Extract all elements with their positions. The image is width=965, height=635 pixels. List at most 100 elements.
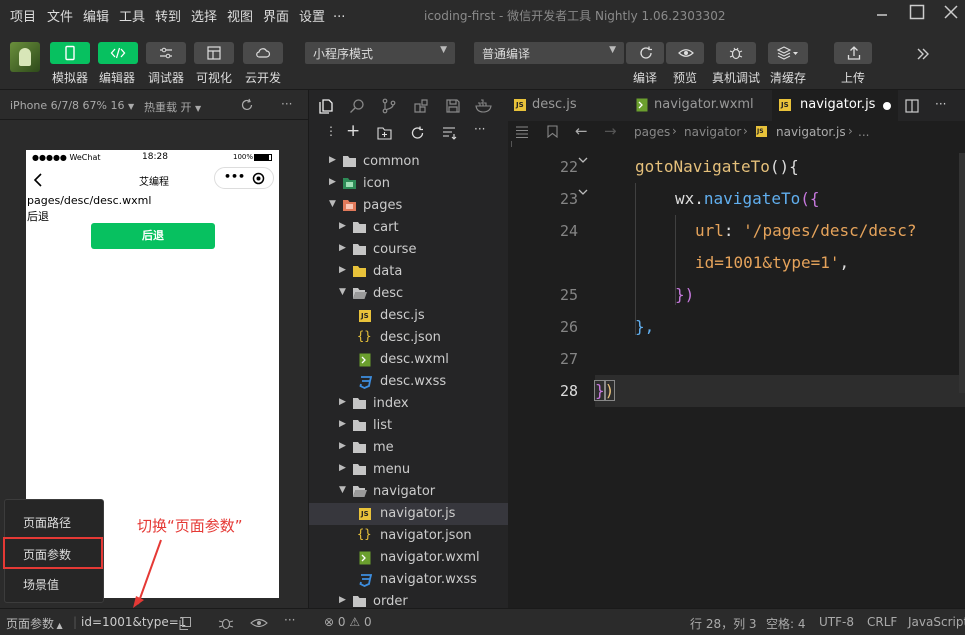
- tree-item-navigator-wxml[interactable]: navigator.wxml: [309, 547, 509, 569]
- cursor-position[interactable]: 行 28，列 3: [690, 615, 757, 632]
- search-icon[interactable]: [349, 98, 365, 114]
- chevron-down-icon[interactable]: ▼: [329, 199, 336, 209]
- sort-icon[interactable]: [442, 126, 457, 140]
- tree-item-icon[interactable]: ▶ icon: [309, 173, 509, 195]
- editor-button[interactable]: [98, 42, 138, 64]
- maximize-icon[interactable]: [906, 4, 928, 24]
- tab-navigator-js[interactable]: JS navigator.js: [772, 90, 898, 121]
- avatar[interactable]: [10, 42, 40, 72]
- page-params-toggle[interactable]: 页面参数 ▲: [6, 615, 63, 632]
- more-icon[interactable]: ···: [281, 97, 292, 111]
- chevron-right-icon[interactable]: ▶: [329, 155, 336, 165]
- close-icon[interactable]: [940, 4, 962, 24]
- chevron-right-icon[interactable]: ▶: [339, 397, 346, 407]
- problems-indicator[interactable]: ⊗ 0 ⚠ 0: [324, 615, 372, 629]
- menu-goto[interactable]: 转到: [155, 6, 181, 25]
- expand-icon[interactable]: [915, 46, 931, 65]
- menu-settings[interactable]: 设置: [299, 6, 325, 25]
- line-ending[interactable]: CRLF: [867, 615, 897, 629]
- list-icon[interactable]: [515, 126, 529, 138]
- chevron-right-icon[interactable]: ▶: [339, 595, 346, 605]
- tree-item-course[interactable]: ▶ course: [309, 239, 509, 261]
- tree-item-desc-json[interactable]: {} desc.json: [309, 327, 509, 349]
- tree-item-navigator[interactable]: ▼ navigator: [309, 481, 509, 503]
- tree-item-desc-js[interactable]: JS desc.js: [309, 305, 509, 327]
- language-mode[interactable]: JavaScript: [908, 615, 965, 629]
- nav-back-icon[interactable]: [33, 173, 43, 190]
- menu-tools[interactable]: 工具: [119, 6, 145, 25]
- eye-icon[interactable]: [250, 617, 268, 629]
- compile-select[interactable]: 普通编译 ▼: [474, 42, 624, 64]
- menu-view[interactable]: 视图: [227, 6, 253, 25]
- back-button[interactable]: 后退: [91, 223, 215, 249]
- indent-spaces[interactable]: 空格: 4: [766, 615, 806, 632]
- code-editor[interactable]: 22 23 24 25 26 27 28 gotoNavigateTo(){ w…: [508, 141, 965, 608]
- chevron-right-icon[interactable]: ▶: [339, 243, 346, 253]
- preview-button[interactable]: [666, 42, 704, 64]
- chevron-right-icon[interactable]: ▶: [339, 221, 346, 231]
- menu-file[interactable]: 文件: [47, 6, 73, 25]
- refresh-icon[interactable]: [410, 126, 425, 140]
- tab-desc-js[interactable]: JS desc.js: [508, 90, 630, 121]
- menu-edit[interactable]: 编辑: [83, 6, 109, 25]
- scrollbar[interactable]: [959, 153, 965, 393]
- popup-item-page-params[interactable]: 页面参数: [3, 537, 103, 569]
- forward-arrow-icon[interactable]: →: [604, 122, 617, 140]
- tree-item-me[interactable]: ▶ me: [309, 437, 509, 459]
- cloud-button[interactable]: [243, 42, 283, 64]
- hot-reload-select[interactable]: 热重载 开 ▼: [144, 99, 201, 115]
- mode-select[interactable]: 小程序模式 ▼: [305, 42, 455, 64]
- extensions-icon[interactable]: [413, 98, 429, 114]
- more-icon[interactable]: ···: [474, 122, 485, 136]
- tree-item-navigator-wxss[interactable]: navigator.wxss: [309, 569, 509, 591]
- chevron-right-icon[interactable]: ▶: [339, 441, 346, 451]
- upload-button[interactable]: [834, 42, 872, 64]
- fold-chevron-icon[interactable]: [577, 155, 589, 165]
- menu-select[interactable]: 选择: [191, 6, 217, 25]
- chevron-down-icon[interactable]: ▼: [339, 485, 346, 495]
- device-select[interactable]: iPhone 6/7/8 67% 16 ▼: [10, 99, 134, 112]
- tree-item-desc-wxss[interactable]: desc.wxss: [309, 371, 509, 393]
- tree-item-navigator-json[interactable]: {} navigator.json: [309, 525, 509, 547]
- source-control-icon[interactable]: [381, 98, 397, 114]
- popup-item-scene-value[interactable]: 场景值: [5, 568, 103, 598]
- capsule-close-icon[interactable]: [252, 172, 265, 185]
- breadcrumb-pages[interactable]: pages: [634, 125, 670, 139]
- chevron-right-icon[interactable]: ▶: [329, 177, 336, 187]
- chevron-right-icon[interactable]: ▶: [339, 463, 346, 473]
- fold-chevron-icon[interactable]: [577, 187, 589, 197]
- tree-item-desc[interactable]: ▼ desc: [309, 283, 509, 305]
- debugger-button[interactable]: [146, 42, 186, 64]
- visual-button[interactable]: [194, 42, 234, 64]
- chevron-right-icon[interactable]: ▶: [339, 265, 346, 275]
- file-encoding[interactable]: UTF-8: [819, 615, 854, 629]
- collapse-icon[interactable]: ⋮: [325, 124, 337, 138]
- capsule-menu[interactable]: •••: [214, 167, 274, 189]
- breadcrumb-navigator[interactable]: navigator: [684, 125, 741, 139]
- tree-item-pages[interactable]: ▼ pages: [309, 195, 509, 217]
- menu-interface[interactable]: 界面: [263, 6, 289, 25]
- minimize-icon[interactable]: [871, 4, 893, 24]
- new-folder-icon[interactable]: [377, 126, 392, 140]
- menu-more[interactable]: ...: [333, 6, 345, 21]
- docker-icon[interactable]: [475, 98, 493, 114]
- capsule-more-icon[interactable]: •••: [224, 170, 245, 183]
- bug-icon[interactable]: [218, 616, 234, 630]
- split-editor-icon[interactable]: [905, 99, 919, 113]
- save-icon[interactable]: [445, 98, 461, 114]
- breadcrumb-file[interactable]: navigator.js: [776, 125, 846, 139]
- menu-project[interactable]: 项目: [10, 6, 36, 25]
- tree-item-data[interactable]: ▶ data: [309, 261, 509, 283]
- copy-icon[interactable]: [179, 617, 191, 630]
- files-icon[interactable]: [318, 98, 334, 114]
- clear-cache-button[interactable]: [768, 42, 808, 64]
- compile-button[interactable]: [626, 42, 664, 64]
- simulator-button[interactable]: [50, 42, 90, 64]
- more-icon[interactable]: ···: [284, 613, 295, 627]
- add-icon[interactable]: +: [346, 121, 360, 141]
- tree-item-cart[interactable]: ▶ cart: [309, 217, 509, 239]
- remote-debug-button[interactable]: [716, 42, 756, 64]
- back-arrow-icon[interactable]: ←: [575, 122, 588, 140]
- bookmark-icon[interactable]: [547, 125, 558, 138]
- tab-navigator-wxml[interactable]: navigator.wxml: [630, 90, 772, 121]
